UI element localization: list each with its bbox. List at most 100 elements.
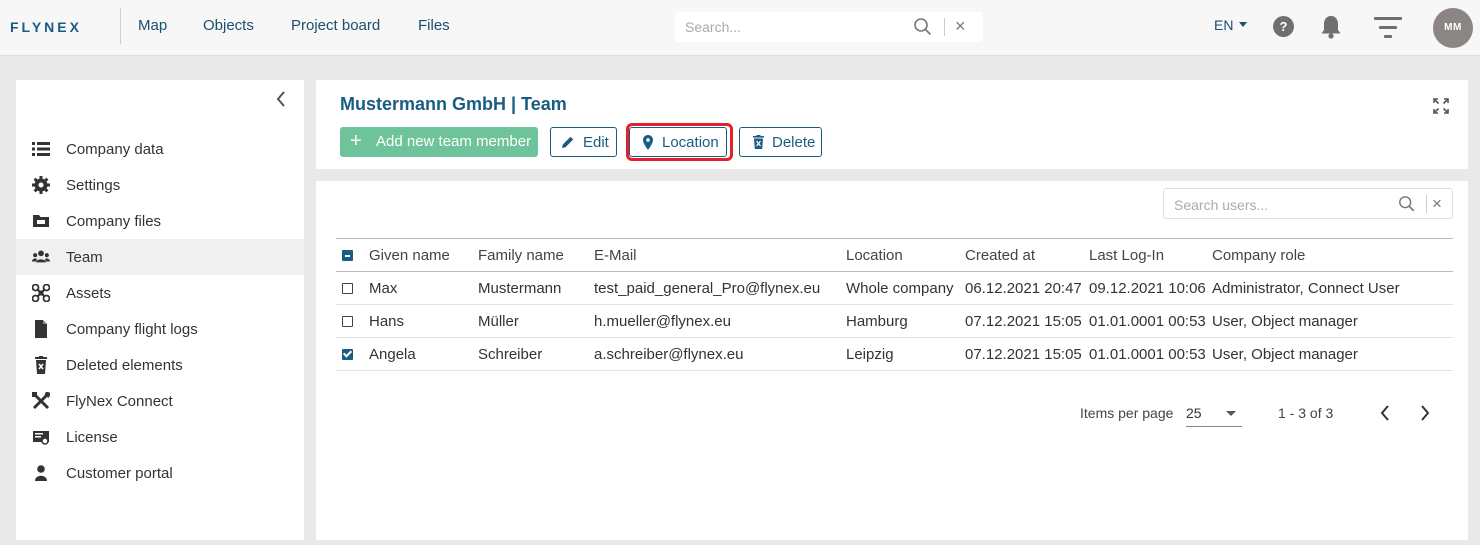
table-row[interactable]: Angela Schreiber a.schreiber@flynex.eu L… — [336, 337, 1453, 371]
cell-given-name: Angela — [369, 337, 478, 371]
trash-icon — [35, 356, 47, 374]
sidebar-item-label: Deleted elements — [66, 357, 183, 374]
column-header-family-name[interactable]: Family name — [478, 238, 594, 272]
sidebar-item-label: Team — [66, 249, 103, 266]
search-icon[interactable] — [913, 17, 933, 37]
page-header: Mustermann GmbH | Team + Add new team me… — [316, 80, 1468, 169]
nav-project-board[interactable]: Project board — [291, 17, 380, 34]
sidebar-item-team[interactable]: Team — [16, 239, 304, 275]
gear-icon — [32, 176, 50, 194]
column-header-email[interactable]: E-Mail — [594, 238, 846, 272]
user-icon — [35, 465, 47, 481]
sidebar-item-deleted-elements[interactable]: Deleted elements — [16, 347, 304, 383]
global-search[interactable]: Search... × — [675, 12, 983, 42]
row-checkbox[interactable] — [342, 282, 353, 294]
edit-button[interactable]: Edit — [550, 127, 617, 157]
sidebar-item-label: Customer portal — [66, 465, 173, 482]
location-highlight — [626, 123, 733, 161]
sidebar-item-label: Assets — [66, 285, 112, 302]
sidebar-item-assets[interactable]: Assets — [16, 275, 304, 311]
fullscreen-icon[interactable] — [1433, 98, 1449, 114]
cell-company-role: User, Object manager — [1212, 304, 1453, 338]
language-select[interactable]: EN — [1214, 17, 1248, 33]
cell-location: Leipzig — [846, 337, 965, 371]
delete-button[interactable]: Delete — [739, 127, 822, 157]
cell-last-login: 09.12.2021 10:06 — [1089, 271, 1212, 305]
sidebar-item-license[interactable]: License — [16, 419, 304, 455]
sidebar-item-company-flight-logs[interactable]: Company flight logs — [16, 311, 304, 347]
sidebar-item-label: Company files — [66, 213, 162, 230]
top-bar: FLYNEX Map Objects Project board Files S… — [0, 0, 1480, 56]
team-panel: Search users... × Given name Family name… — [316, 181, 1468, 540]
bell-icon[interactable] — [1320, 14, 1342, 40]
cell-email: test_paid_general_Pro@flynex.eu — [594, 271, 846, 305]
global-search-input[interactable]: Search... — [685, 19, 741, 35]
sidebar-item-flynex-connect[interactable]: FlyNex Connect — [16, 383, 304, 419]
user-search[interactable]: Search users... × — [1163, 188, 1453, 219]
row-checkbox[interactable] — [342, 348, 353, 360]
cell-last-login: 01.01.0001 00:53 — [1089, 337, 1212, 371]
column-header-given-name[interactable]: Given name — [369, 238, 478, 272]
cell-given-name: Max — [369, 271, 478, 305]
cell-email: h.mueller@flynex.eu — [594, 304, 846, 338]
cell-family-name: Schreiber — [478, 337, 594, 371]
table-row[interactable]: Max Mustermann test_paid_general_Pro@fly… — [336, 271, 1453, 305]
cell-company-role: User, Object manager — [1212, 337, 1453, 371]
plus-icon: + — [350, 130, 362, 152]
cell-created-at: 07.12.2021 15:05 — [965, 304, 1089, 338]
items-per-page-label: Items per page — [1080, 405, 1174, 421]
search-separator — [944, 18, 945, 36]
sidebar-item-company-files[interactable]: Company files — [16, 203, 304, 239]
flynex-logo[interactable]: FLYNEX — [10, 17, 104, 37]
list-icon — [32, 142, 50, 156]
help-icon[interactable]: ? — [1273, 16, 1294, 37]
search-separator — [1426, 195, 1427, 213]
cell-company-role: Administrator, Connect User — [1212, 271, 1453, 305]
cell-location: Whole company — [846, 271, 965, 305]
sidebar-item-label: Settings — [66, 177, 121, 194]
clear-search-icon[interactable]: × — [1432, 194, 1442, 214]
chevron-left-icon[interactable] — [275, 90, 287, 108]
sidebar-item-customer-portal[interactable]: Customer portal — [16, 455, 304, 491]
nav-files[interactable]: Files — [418, 17, 450, 34]
search-icon[interactable] — [1398, 195, 1416, 213]
column-header-company-role[interactable]: Company role — [1212, 238, 1453, 272]
chevron-down-icon — [1226, 411, 1236, 416]
team-table: Given name Family name E-Mail Location C… — [336, 238, 1453, 371]
cell-family-name: Müller — [478, 304, 594, 338]
cell-given-name: Hans — [369, 304, 478, 338]
cell-created-at: 07.12.2021 15:05 — [965, 337, 1089, 371]
sidebar: Company data Settings Company files Team… — [16, 80, 304, 540]
svg-text:FLYNEX: FLYNEX — [10, 19, 82, 35]
nav-objects[interactable]: Objects — [203, 17, 254, 34]
cell-family-name: Mustermann — [478, 271, 594, 305]
user-search-input[interactable]: Search users... — [1174, 197, 1268, 213]
clear-search-icon[interactable]: × — [955, 16, 966, 37]
sidebar-item-company-data[interactable]: Company data — [16, 131, 304, 167]
pencil-icon — [562, 136, 574, 148]
table-header-row: Given name Family name E-Mail Location C… — [336, 238, 1453, 272]
certificate-icon — [33, 431, 49, 445]
chevron-down-icon — [1239, 22, 1248, 27]
avatar[interactable]: MM — [1433, 8, 1473, 48]
pagination-range: 1 - 3 of 3 — [1278, 405, 1334, 421]
items-per-page-select[interactable]: 25 — [1186, 403, 1242, 427]
page-title: Mustermann GmbH | Team — [340, 94, 567, 114]
select-all-checkbox[interactable] — [342, 249, 353, 261]
add-team-member-button[interactable]: + Add new team member — [340, 127, 538, 157]
folder-icon — [33, 215, 49, 227]
column-header-location[interactable]: Location — [846, 238, 965, 272]
cell-last-login: 01.01.0001 00:53 — [1089, 304, 1212, 338]
column-header-created-at[interactable]: Created at — [965, 238, 1089, 272]
nav-map[interactable]: Map — [138, 17, 167, 34]
sidebar-item-settings[interactable]: Settings — [16, 167, 304, 203]
chevron-right-icon[interactable] — [1419, 404, 1431, 422]
column-header-last-login[interactable]: Last Log-In — [1089, 238, 1212, 272]
row-checkbox[interactable] — [342, 315, 353, 327]
document-icon — [35, 320, 47, 338]
cell-email: a.schreiber@flynex.eu — [594, 337, 846, 371]
sidebar-item-label: Company data — [66, 141, 164, 158]
chevron-left-icon[interactable] — [1379, 404, 1391, 422]
filter-icon[interactable] — [1374, 16, 1402, 40]
table-row[interactable]: Hans Müller h.mueller@flynex.eu Hamburg … — [336, 304, 1453, 338]
